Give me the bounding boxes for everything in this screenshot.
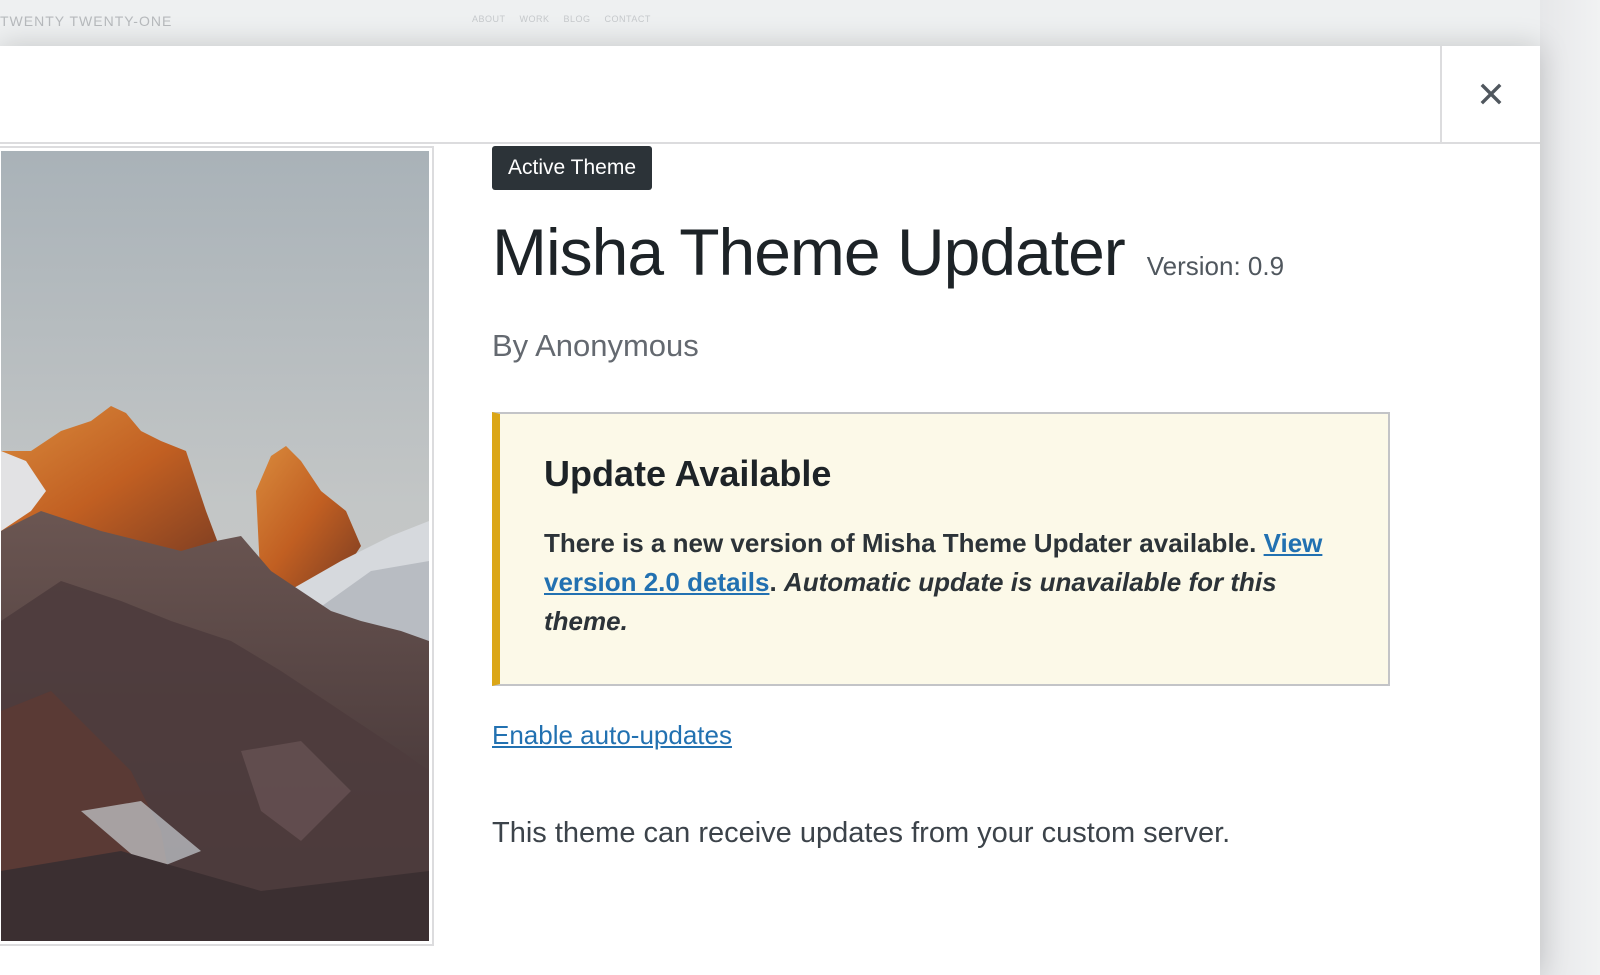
notice-title: Update Available	[544, 453, 832, 494]
theme-name: Misha Theme Updater	[492, 215, 1126, 289]
theme-description: This theme can receive updates from your…	[492, 817, 1231, 849]
background-site-header: TWENTY TWENTY-ONE ABOUT WORK BLOG CONTAC…	[0, 0, 1600, 46]
background-nav-item: ABOUT	[472, 14, 506, 24]
active-theme-badge: Active Theme	[492, 146, 652, 190]
background-nav: ABOUT WORK BLOG CONTACT	[472, 14, 651, 24]
close-icon	[1480, 83, 1502, 105]
notice-text-period: .	[769, 567, 777, 597]
notice-text-main: There is a new version of Misha Theme Up…	[544, 528, 1257, 558]
theme-version: Version: 0.9	[1146, 251, 1285, 281]
theme-screenshot	[0, 146, 434, 946]
close-button[interactable]	[1440, 46, 1540, 142]
background-nav-item: WORK	[519, 14, 550, 24]
background-nav-item: BLOG	[563, 14, 591, 24]
background-right-strip	[1540, 0, 1600, 975]
theme-author: By Anonymous	[492, 328, 699, 363]
enable-auto-updates-link[interactable]: Enable auto-updates	[492, 720, 732, 751]
modal-header	[0, 46, 1540, 144]
theme-name-row: Misha Theme Updater Version: 0.9	[492, 212, 1392, 292]
mountain-landscape-image	[1, 151, 429, 941]
update-notice: Update Available There is a new version …	[492, 412, 1390, 686]
theme-info: Active Theme Misha Theme Updater Version…	[492, 146, 1392, 850]
notice-text: There is a new version of Misha Theme Up…	[544, 524, 1348, 641]
background-site-title: TWENTY TWENTY-ONE	[0, 13, 173, 29]
background-nav-item: CONTACT	[604, 14, 651, 24]
